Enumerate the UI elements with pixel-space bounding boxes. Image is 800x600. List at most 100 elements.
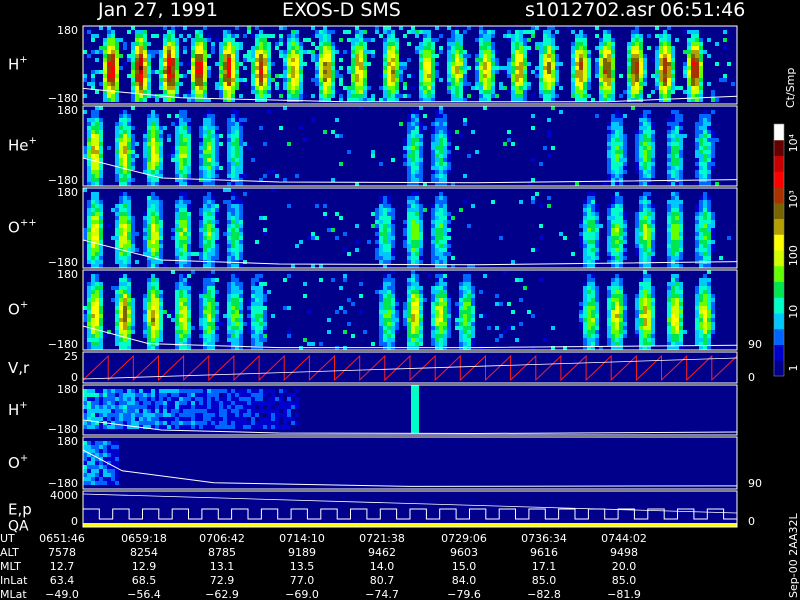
heatmap-cell (695, 150, 699, 154)
heatmap-cell (411, 114, 415, 118)
heatmap-cell (175, 86, 179, 90)
heatmap-cell (347, 252, 351, 256)
heatmap-cell (495, 58, 499, 62)
heatmap-cell (615, 162, 619, 166)
heatmap-cell (511, 86, 515, 90)
heatmap-cell (575, 182, 579, 186)
heatmap-cell (435, 204, 439, 208)
heatmap-cell (279, 94, 283, 98)
heatmap-cell (551, 78, 555, 82)
heatmap-cell (159, 138, 163, 142)
heatmap-cell (695, 82, 699, 86)
heatmap-cell (207, 318, 211, 322)
heatmap-cell (419, 66, 423, 70)
heatmap-cell (383, 290, 387, 294)
heatmap-cell (131, 248, 135, 252)
heatmap-cell (143, 130, 147, 134)
heatmap-cell (435, 278, 439, 282)
heatmap-cell (491, 82, 495, 86)
heatmap-cell (223, 58, 227, 62)
heatmap-cell (127, 30, 131, 34)
heatmap-cell (591, 212, 595, 216)
heatmap-cell (351, 82, 355, 86)
heatmap-cell (459, 342, 463, 346)
heatmap-cell (583, 54, 587, 58)
heatmap-cell (679, 114, 683, 118)
heatmap-cell (263, 216, 267, 220)
heatmap-cell (323, 42, 327, 46)
heatmap-cell (511, 142, 515, 146)
heatmap-cell (383, 82, 387, 86)
heatmap-cell (227, 158, 231, 162)
heatmap-cell (235, 232, 239, 236)
heatmap-cell (459, 334, 463, 338)
heatmap-cell (183, 46, 187, 50)
heatmap-cell (411, 118, 415, 122)
heatmap-cell (375, 240, 379, 244)
heatmap-cell (355, 38, 359, 42)
heatmap-cell (263, 338, 267, 342)
heatmap-cell (227, 264, 231, 268)
heatmap-cell (255, 70, 259, 74)
heatmap-cell (419, 252, 423, 256)
heatmap-cell (231, 66, 235, 70)
heatmap-cell (323, 50, 327, 54)
heatmap-cell (435, 216, 439, 220)
heatmap-cell (251, 326, 255, 330)
heatmap-cell (579, 42, 583, 46)
heatmap-cell (583, 200, 587, 204)
heatmap-cell (563, 236, 567, 240)
heatmap-cell (379, 240, 383, 244)
heatmap-cell (383, 302, 387, 306)
heatmap-cell (419, 290, 423, 294)
heatmap-cell (671, 216, 675, 220)
heatmap-cell (83, 110, 87, 114)
heatmap-cell (91, 74, 95, 78)
heatmap-cell (647, 228, 651, 232)
heatmap-cell (651, 252, 655, 256)
heatmap-cell (407, 290, 411, 294)
heatmap-cell (255, 286, 259, 290)
heatmap-cell (647, 212, 651, 216)
heatmap-cell (199, 310, 203, 314)
heatmap-cell (603, 54, 607, 58)
heatmap-cell (623, 248, 627, 252)
heatmap-cell (495, 50, 499, 54)
heatmap-cell (487, 50, 491, 54)
heatmap-cell (391, 334, 395, 338)
heatmap-cell (675, 142, 679, 146)
heatmap-cell (471, 326, 475, 330)
heatmap-cell (631, 78, 635, 82)
heatmap-cell (207, 326, 211, 330)
heatmap-cell (283, 58, 287, 62)
heatmap-cell (91, 154, 95, 158)
heatmap-cell (115, 130, 119, 134)
heatmap-cell (287, 62, 291, 66)
heatmap-cell (427, 74, 431, 78)
heatmap-cell (647, 244, 651, 248)
heatmap-cell (451, 256, 455, 260)
heatmap-cell (679, 134, 683, 138)
heatmap-cell (135, 86, 139, 90)
heatmap-cell (235, 46, 239, 50)
heatmap-cell (175, 130, 179, 134)
heatmap-cell (159, 150, 163, 154)
heatmap-cell (407, 244, 411, 248)
heatmap-cell (239, 174, 243, 178)
heatmap-cell (431, 224, 435, 228)
heatmap-cell (151, 314, 155, 318)
heatmap-cell (643, 166, 647, 170)
heatmap-cell (475, 54, 479, 58)
heatmap-cell (587, 216, 591, 220)
heatmap-cell (439, 322, 443, 326)
heatmap-cell (519, 94, 523, 98)
heatmap-cell (159, 126, 163, 130)
heatmap-cell (115, 98, 119, 102)
heatmap-cell (211, 154, 215, 158)
heatmap-cell (95, 138, 99, 142)
heatmap-cell (147, 58, 151, 62)
heatmap-cell (511, 66, 515, 70)
heatmap-cell (351, 46, 355, 50)
heatmap-cell (95, 236, 99, 240)
heatmap-cell (391, 338, 395, 342)
